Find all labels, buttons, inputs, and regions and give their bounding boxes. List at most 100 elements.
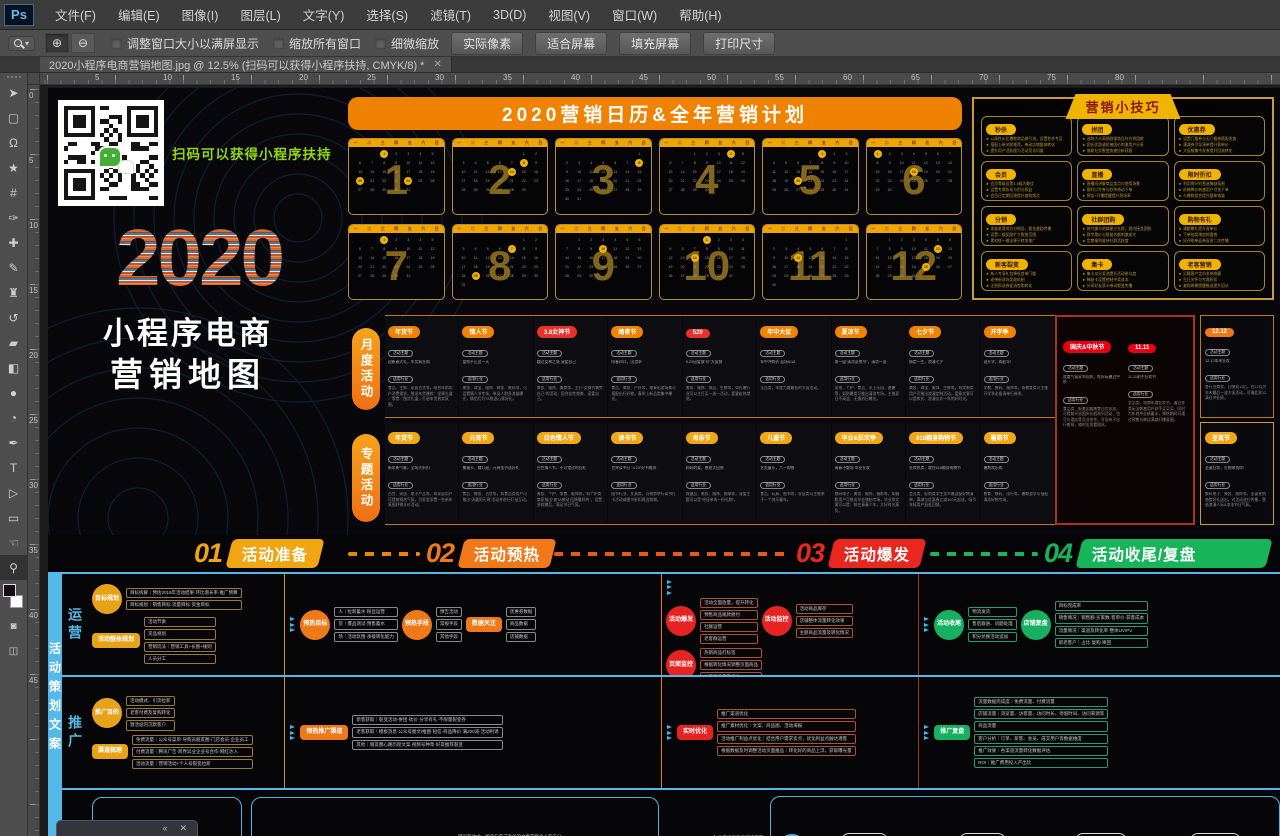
activity-card: 元宵节 活动主题 集福卡、猜灯谜，元宵佳节送好礼 适用行业 食品、美妆、百货等，… (459, 423, 532, 523)
path-selection-tool-icon[interactable]: ▷ (0, 480, 28, 505)
mindmap-group: 活动监控 活动商品库存店铺整体流量转化效果主题商品流量及转化情况 (762, 603, 854, 639)
activity-card: 618翻身购物节 活动主题 狂欢热卖，就在618翻身购物节 适用行业 会员类、促… (906, 423, 979, 523)
phase-number: 01 (194, 538, 222, 569)
activity-card: 母亲节 活动主题 妈妈的爱，感恩大回馈 适用行业 保健品、美妆、服饰、按摩等，宠… (683, 423, 756, 523)
color-swatches[interactable] (0, 582, 28, 614)
tip-line: ➤注册即送券促进首购转化 (986, 284, 1067, 290)
mindmap-hub: 活动监控 (762, 606, 792, 636)
tip-card-label: 拼团 (1082, 124, 1112, 135)
clone-stamp-tool-icon[interactable]: ♜ (0, 280, 28, 305)
theme-label: 活动主题 (1128, 365, 1153, 372)
menu-item[interactable]: 编辑(E) (107, 0, 171, 29)
zoom-option-button[interactable]: 适合屏幕 (535, 32, 607, 55)
weekday-label: 四 (498, 227, 502, 231)
ruler-number: 40 (28, 611, 39, 676)
history-brush-tool-icon[interactable]: ↺ (0, 305, 28, 330)
flow-arrows-icon (290, 616, 295, 634)
menu-item[interactable]: 帮助(H) (668, 0, 732, 29)
menu-item[interactable]: 图像(I) (171, 0, 230, 29)
mindmap-branch: 主题商品流量及转化情况 (796, 628, 854, 638)
menu-item[interactable]: 3D(D) (482, 0, 537, 29)
document-canvas[interactable]: 扫码可以获得小程序扶持 2020 小程序电商 营销地图 2020营销日历&全年营… (40, 85, 1280, 836)
crop-tool-icon[interactable]: # (0, 180, 28, 205)
activity-title: 520 (686, 329, 710, 338)
zoom-out-button[interactable]: ⊖ (71, 33, 95, 53)
menu-item[interactable]: 视图(V) (537, 0, 601, 29)
mindmap-branch: 客户分析｜订单、新客、会员、成交用户等数据维度 (974, 734, 1108, 744)
option-checkbox[interactable] (111, 38, 122, 49)
zoom-tool-preset[interactable]: ▾ (8, 36, 35, 51)
marquee-tool-icon[interactable]: ▢ (0, 105, 28, 130)
ruler-number: 50 (707, 73, 775, 84)
collapse-icon[interactable]: « (162, 824, 167, 833)
quick-mask-icon[interactable]: ◙ (0, 614, 28, 639)
mindmap-hub: 活动爆发 (666, 606, 696, 636)
shape-tool-icon[interactable]: ▭ (0, 505, 28, 530)
hand-tool-icon[interactable]: ☜ (0, 530, 28, 555)
option-checkbox[interactable] (273, 38, 284, 49)
industry-label: 适用行业 (984, 482, 1009, 489)
workflow-cell: 推广复盘 流量数据完成度｜免费流量、付费流量店铺流量｜浏览量、访客量、访问时长、… (919, 677, 1280, 788)
calendar-days: 1234567891011121314151617181920212223242… (660, 233, 755, 281)
weekday-label: 五 (511, 227, 515, 231)
healing-brush-tool-icon[interactable]: ✚ (0, 230, 28, 255)
screen-mode-icon[interactable]: ◫ (0, 639, 28, 664)
blur-tool-icon[interactable]: ● (0, 380, 28, 405)
panel-grip[interactable] (7, 76, 21, 78)
weekday-label: 三 (484, 227, 488, 231)
gradient-tool-icon[interactable]: ◧ (0, 355, 28, 380)
menu-item[interactable]: 文字(Y) (292, 0, 356, 29)
ruler-number: 45 (28, 676, 39, 741)
activity-card: 白色情人节 活动主题 白色情人节，不可错过的回礼 适用行业 美妆、个护、零食、服… (534, 423, 607, 523)
menu-item[interactable]: 滤镜(T) (419, 0, 482, 29)
type-tool-icon[interactable]: T (0, 455, 28, 480)
zoom-in-button[interactable]: ⊕ (45, 33, 69, 53)
mindmap-branch: 推广渠道优化 (717, 709, 856, 719)
menu-item[interactable]: 选择(S) (355, 0, 419, 29)
mindmap-hub: 目标规划 (92, 584, 122, 614)
mindmap-branch: 目标规划｜销售目标·流量目标·资金目标 (126, 600, 242, 610)
close-icon[interactable]: ✕ (433, 59, 441, 70)
tip-card-label: 分销 (986, 214, 1016, 225)
activity-title: 开学季 (984, 326, 1016, 338)
floating-panel-bar[interactable]: « ✕ (56, 820, 198, 836)
eyedropper-tool-icon[interactable]: ✑ (0, 205, 28, 230)
menu-item[interactable]: 图层(L) (229, 0, 291, 29)
theme-label: 活动主题 (1063, 365, 1088, 372)
brush-tool-icon[interactable]: ✎ (0, 255, 28, 280)
phase-header: 01 活动准备 (194, 538, 321, 569)
close-icon[interactable]: ✕ (179, 824, 187, 833)
eraser-tool-icon[interactable]: ▰ (0, 330, 28, 355)
month-calendar: 一二三四五六日 7 123456789101112131415161718192… (348, 224, 445, 301)
dodge-tool-icon[interactable]: ◔ (0, 405, 28, 430)
workflow-cell: 预热目标 人｜拉新蓄水·粉丝运营货｜爆品测试·预售蓄水场｜活动氛围·承接转化能力… (285, 574, 662, 675)
mindmap-hub: 活动收尾 (934, 610, 964, 640)
move-tool-icon[interactable]: ➤ (0, 80, 28, 105)
menu-item[interactable]: 窗口(W) (601, 0, 668, 29)
weekday-label: 日 (435, 227, 439, 231)
ruler-number: 75 (1047, 73, 1115, 84)
workflow-cell: 目标规划 目标拆解｜预估2019年活动结果·环比增长率·推广预算目标规划｜销售目… (88, 574, 285, 675)
zoom-option-button[interactable]: 实际像素 (451, 32, 523, 55)
weekday-label: 四 (808, 141, 812, 145)
weekday-label: 二 (574, 141, 578, 145)
weekday-header: 一二三四五六日 (453, 139, 548, 147)
weekday-label: 六 (421, 227, 425, 231)
option-checkbox[interactable] (375, 38, 386, 49)
industry-label: 适用行业 (537, 376, 562, 383)
activity-title: 七夕节 (909, 326, 941, 338)
weekday-label: 一 (354, 227, 358, 231)
weekday-label: 日 (745, 227, 749, 231)
pen-tool-icon[interactable]: ✒ (0, 430, 28, 455)
menu-item[interactable]: 文件(F) (44, 0, 107, 29)
mindmap-branch: 营销玩法｜营销工具+长图+规则 (144, 642, 216, 652)
foreground-color-swatch[interactable] (3, 584, 16, 597)
zoom-tool-icon[interactable]: ⚲ (0, 555, 28, 580)
magic-wand-tool-icon[interactable]: ★ (0, 155, 28, 180)
phase-title: 活动准备 (242, 543, 308, 565)
document-tab[interactable]: 2020小程序电商营销地图.jpg @ 12.5% (扫码可以获得小程序扶持, … (40, 57, 452, 72)
zoom-option-button[interactable]: 填充屏幕 (619, 32, 691, 55)
lasso-tool-icon[interactable]: Ω (0, 130, 28, 155)
zoom-option-button[interactable]: 打印尺寸 (703, 32, 775, 55)
weekday-label: 四 (808, 227, 812, 231)
